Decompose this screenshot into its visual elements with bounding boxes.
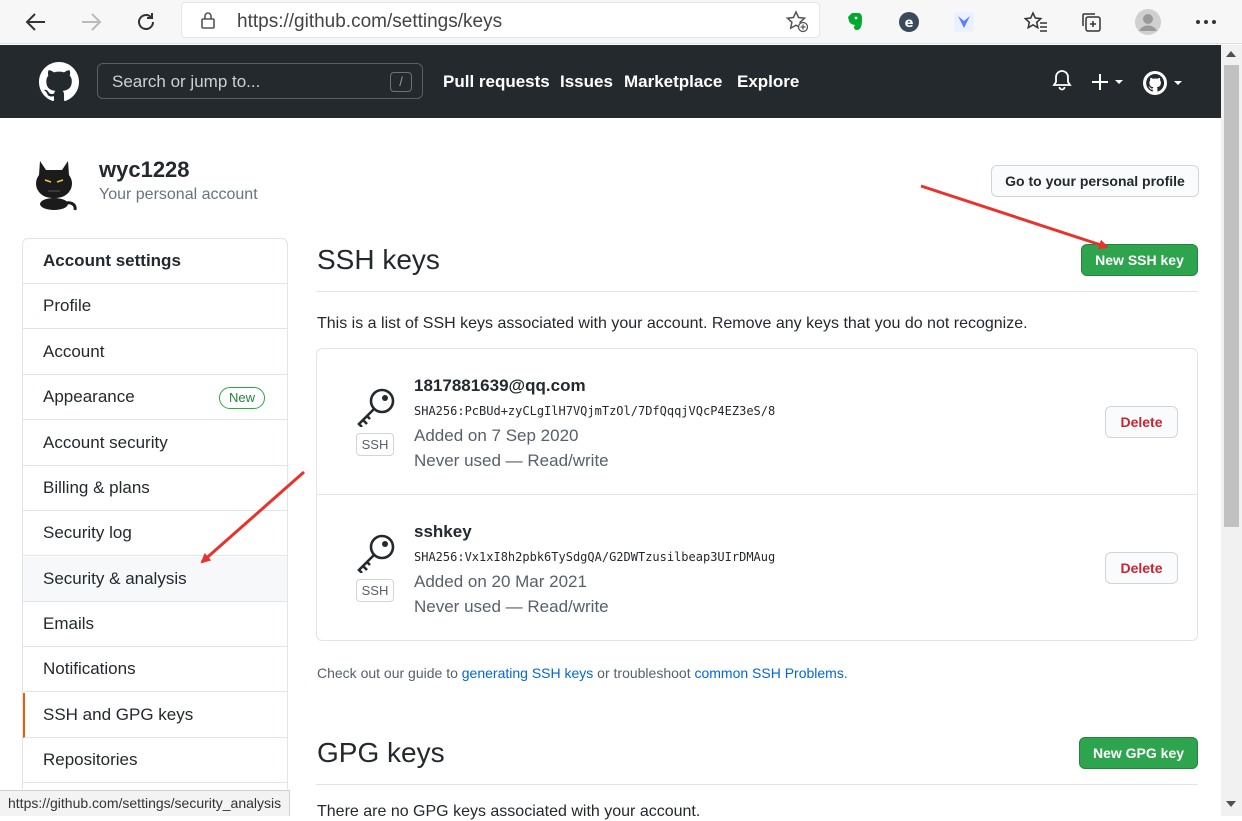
key-usage: Never used — Read/write [414, 451, 609, 470]
svg-text:e: e [905, 16, 914, 31]
delete-key-button[interactable]: Delete [1105, 406, 1178, 438]
notifications-bell-icon[interactable] [1052, 69, 1072, 96]
gpg-empty-text: There are no GPG keys associated with yo… [317, 803, 701, 820]
scrollbar-thumb[interactable] [1224, 65, 1239, 527]
ssh-label: SSH [356, 579, 394, 602]
settings-sidebar: Account settings Profile Account Appeara… [22, 238, 288, 816]
guide-suffix: . [843, 665, 848, 681]
key-fingerprint: SHA256:Vx1xI8h2pbk6TySdgQA/G2DWTzusilbea… [414, 550, 776, 564]
nav-explore[interactable]: Explore [737, 72, 799, 92]
url-text[interactable]: https://github.com/settings/keys [237, 11, 502, 33]
sidebar-heading: Account settings [23, 239, 287, 284]
gpg-keys-title: GPG keys [317, 737, 445, 768]
sidebar-item-label: Notifications [43, 659, 136, 678]
sidebar-item-security-analysis[interactable]: Security & analysis [23, 557, 287, 602]
ssh-label: SSH [356, 433, 394, 456]
profile-avatar-icon[interactable] [1132, 6, 1164, 38]
new-badge: New [219, 387, 266, 409]
key-added-date: Added on 7 Sep 2020 [414, 426, 579, 445]
nav-pull-requests[interactable]: Pull requests [443, 72, 550, 92]
nav-marketplace[interactable]: Marketplace [624, 72, 722, 92]
github-logo-icon[interactable] [39, 62, 79, 107]
ssh-keys-title: SSH keys [317, 244, 440, 275]
ssh-guide-text: Check out our guide to generating SSH ke… [317, 665, 848, 681]
sidebar-item-emails[interactable]: Emails [23, 602, 287, 647]
key-title: 1817881639@qq.com [414, 376, 586, 395]
common-ssh-problems-link[interactable]: common SSH Problems [694, 665, 843, 681]
key-title: sshkey [414, 522, 472, 541]
browser-toolbar: https://github.com/settings/keys e [0, 0, 1242, 44]
delete-key-button[interactable]: Delete [1105, 552, 1178, 584]
sidebar-item-appearance[interactable]: Appearance New [23, 375, 287, 420]
refresh-icon[interactable] [130, 6, 162, 38]
search-input[interactable]: Search or jump to... / [97, 63, 423, 99]
search-placeholder: Search or jump to... [112, 72, 261, 91]
scroll-down-arrow-icon[interactable] [1226, 801, 1236, 807]
sidebar-item-billing[interactable]: Billing & plans [23, 466, 287, 511]
sidebar-item-label: Security log [43, 523, 132, 542]
sidebar-item-label: Account [43, 342, 105, 361]
sidebar-item-label: Repositories [43, 750, 138, 769]
key-added-date: Added on 20 Mar 2021 [414, 572, 587, 591]
sidebar-item-profile[interactable]: Profile [23, 284, 287, 329]
scroll-up-arrow-icon[interactable] [1226, 51, 1236, 57]
section-divider [316, 291, 1198, 292]
key-fingerprint: SHA256:PcBUd+zyCLgIlH7VQjmTzOl/7DfQqqjVQ… [414, 404, 776, 418]
collections-icon[interactable] [1075, 6, 1107, 38]
sidebar-heading-label: Account settings [43, 251, 181, 270]
favorites-icon[interactable] [1020, 6, 1052, 38]
sidebar-item-label: Profile [43, 296, 92, 315]
key-usage: Never used — Read/write [414, 597, 609, 616]
add-favorite-icon[interactable] [785, 9, 809, 38]
back-icon[interactable] [20, 6, 52, 38]
sidebar-item-label: Account security [43, 433, 168, 452]
address-bar[interactable]: https://github.com/settings/keys [181, 2, 820, 38]
extension-k-icon[interactable] [948, 6, 980, 38]
extension-e-icon[interactable]: e [893, 6, 925, 38]
sidebar-item-label: Billing & plans [43, 478, 150, 497]
ssh-key-row: SSH sshkey SHA256:Vx1xI8h2pbk6TySdgQA/G2… [317, 495, 1197, 641]
page-scrollbar[interactable] [1221, 45, 1242, 816]
sidebar-item-account-security[interactable]: Account security [23, 421, 287, 466]
more-menu-icon[interactable] [1190, 6, 1222, 38]
ssh-intro-text: This is a list of SSH keys associated wi… [317, 315, 1028, 332]
sidebar-item-label: Emails [43, 614, 95, 633]
lock-icon[interactable] [200, 11, 216, 34]
user-menu-avatar-icon[interactable] [1142, 70, 1184, 101]
guide-middle: or troubleshoot [593, 665, 695, 681]
key-icon [355, 533, 397, 578]
ssh-key-row: SSH 1817881639@qq.com SHA256:PcBUd+zyCLg… [317, 349, 1197, 495]
sidebar-item-security-log[interactable]: Security log [23, 511, 287, 556]
forward-icon[interactable] [75, 6, 107, 38]
create-new-icon[interactable] [1092, 73, 1126, 96]
new-ssh-key-button[interactable]: New SSH key [1081, 244, 1198, 276]
account-subtitle: Your personal account [99, 186, 258, 203]
nav-issues[interactable]: Issues [560, 72, 613, 92]
evernote-extension-icon[interactable] [838, 6, 870, 38]
sidebar-item-label: Security & analysis [43, 569, 187, 588]
key-icon [355, 387, 397, 432]
sidebar-item-notifications[interactable]: Notifications [23, 647, 287, 692]
sidebar-item-ssh-gpg-keys[interactable]: SSH and GPG keys [23, 693, 287, 738]
sidebar-item-repositories[interactable]: Repositories [23, 738, 287, 783]
github-header: Search or jump to... / Pull requests Iss… [0, 45, 1221, 118]
account-avatar[interactable] [28, 155, 80, 211]
guide-prefix: Check out our guide to [317, 665, 462, 681]
sidebar-item-label: Appearance [43, 387, 135, 406]
account-username[interactable]: wyc1228 [99, 157, 190, 183]
go-to-profile-button[interactable]: Go to your personal profile [991, 165, 1199, 197]
ssh-key-list: SSH 1817881639@qq.com SHA256:PcBUd+zyCLg… [316, 348, 1198, 641]
sidebar-item-label: SSH and GPG keys [43, 705, 194, 724]
new-gpg-key-button[interactable]: New GPG key [1079, 737, 1198, 769]
browser-status-bar: https://github.com/settings/security_ana… [0, 790, 291, 816]
sidebar-item-account[interactable]: Account [23, 330, 287, 375]
section-divider [316, 784, 1198, 785]
search-shortcut-key: / [390, 72, 412, 92]
generating-ssh-keys-link[interactable]: generating SSH keys [462, 665, 594, 681]
